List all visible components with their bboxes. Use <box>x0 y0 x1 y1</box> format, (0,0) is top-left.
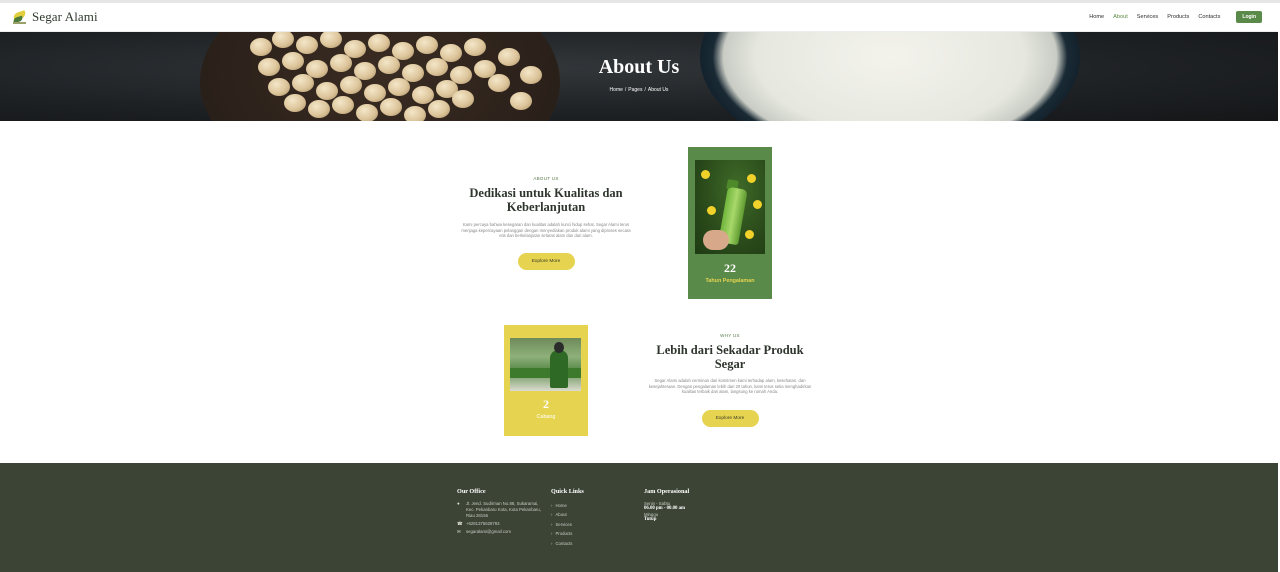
quick-links-title: Quick Links <box>551 488 584 495</box>
branch-number: 2 <box>543 397 549 411</box>
soybean <box>250 38 272 56</box>
why-eyebrow: WHY US <box>720 333 740 338</box>
main-nav: Home About Services Products Contacts Lo… <box>1080 11 1262 23</box>
envelope-icon: ✉ <box>457 529 461 534</box>
experience-number: 22 <box>724 261 736 275</box>
footer-link-about[interactable]: › About <box>551 510 631 519</box>
footer-office: Our Office ● Jl. Jend. Sudirman No.88, Su… <box>457 488 541 535</box>
soybean <box>380 98 402 116</box>
soybean <box>368 34 390 52</box>
why-explore-button[interactable]: Explore More <box>701 409 759 427</box>
breadcrumb: Home / Pages / About Us <box>609 87 669 93</box>
nav-products[interactable]: Products <box>1167 14 1189 20</box>
juice-bottle-photo <box>695 160 765 254</box>
footer: Our Office ● Jl. Jend. Sudirman No.88, Su… <box>0 463 1278 572</box>
hero-banner: About Us Home / Pages / About Us <box>0 32 1278 121</box>
navbar: Segar Alami Home About Services Products… <box>0 3 1278 32</box>
about-heading: Dedikasi untuk Kualitas dan Keberlanjuta… <box>469 186 623 214</box>
footer-hours: Jam Operasional Senin - Sabtu 06.00 pm -… <box>644 488 734 523</box>
experience-label: Tahun Pengalaman <box>705 278 755 284</box>
chevron-right-icon: › <box>551 531 553 537</box>
about-text: Kami percaya bahwa kesegaran dan kualita… <box>461 222 631 239</box>
login-button[interactable]: Login <box>1236 11 1262 23</box>
soybean <box>308 100 330 118</box>
soybean <box>284 94 306 112</box>
chevron-right-icon: › <box>551 512 553 518</box>
about-section: ABOUT US Dedikasi untuk Kualitas dan Keb… <box>458 176 634 270</box>
soybean <box>416 36 438 54</box>
hours-weekend-time: Tutup <box>644 517 657 522</box>
why-section: WHY US Lebih dari Sekadar Produk Segar S… <box>644 333 816 427</box>
store-staff-photo <box>510 338 581 391</box>
brand-name: Segar Alami <box>32 9 98 24</box>
why-text: Segar Alami adalah cerminan dari komitme… <box>648 378 812 395</box>
leaf-logo-icon <box>12 9 27 25</box>
breadcrumb-home[interactable]: Home <box>610 87 623 93</box>
footer-link-services[interactable]: › Services <box>551 520 631 529</box>
phone-icon: ☎ <box>457 521 463 526</box>
experience-card: 22 Tahun Pengalaman <box>688 147 772 299</box>
soybean <box>332 96 354 114</box>
hours-title: Jam Operasional <box>644 488 690 495</box>
footer-link-home[interactable]: › Home <box>551 501 631 510</box>
office-phone[interactable]: +6281375628793 <box>466 521 500 527</box>
page-title: About Us <box>598 56 680 78</box>
chevron-right-icon: › <box>551 540 553 546</box>
chevron-right-icon: › <box>551 521 553 527</box>
soybean <box>464 38 486 56</box>
about-eyebrow: ABOUT US <box>533 176 559 181</box>
office-title: Our Office <box>457 488 486 495</box>
brand[interactable]: Segar Alami <box>12 9 98 25</box>
office-address: Jl. Jend. Sudirman No.88, Sukaramai, Kec… <box>466 501 542 518</box>
soybean <box>296 36 318 54</box>
soybean <box>510 92 532 110</box>
location-pin-icon: ● <box>457 501 460 506</box>
why-heading: Lebih dari Sekadar Produk Segar <box>656 343 804 371</box>
footer-link-products[interactable]: › Products <box>551 529 631 538</box>
soybean <box>428 100 450 118</box>
soybean <box>404 106 426 121</box>
nav-home[interactable]: Home <box>1089 14 1104 20</box>
office-email[interactable]: segaralami@gmail.com <box>466 529 511 535</box>
breadcrumb-current: About Us <box>647 87 669 93</box>
nav-services[interactable]: Services <box>1137 14 1158 20</box>
branch-card: 2 Cabang <box>504 325 588 436</box>
nav-contacts[interactable]: Contacts <box>1198 14 1220 20</box>
footer-link-contacts[interactable]: › Contacts <box>551 539 631 548</box>
branch-label: Cabang <box>536 414 556 420</box>
chevron-right-icon: › <box>551 503 553 508</box>
nav-about[interactable]: About <box>1113 14 1128 20</box>
about-explore-button[interactable]: Explore More <box>517 252 575 270</box>
footer-quick-links: Quick Links › Home › About › Services › Prod… <box>551 488 631 548</box>
soybean <box>356 104 378 121</box>
breadcrumb-pages[interactable]: Pages <box>628 87 642 93</box>
